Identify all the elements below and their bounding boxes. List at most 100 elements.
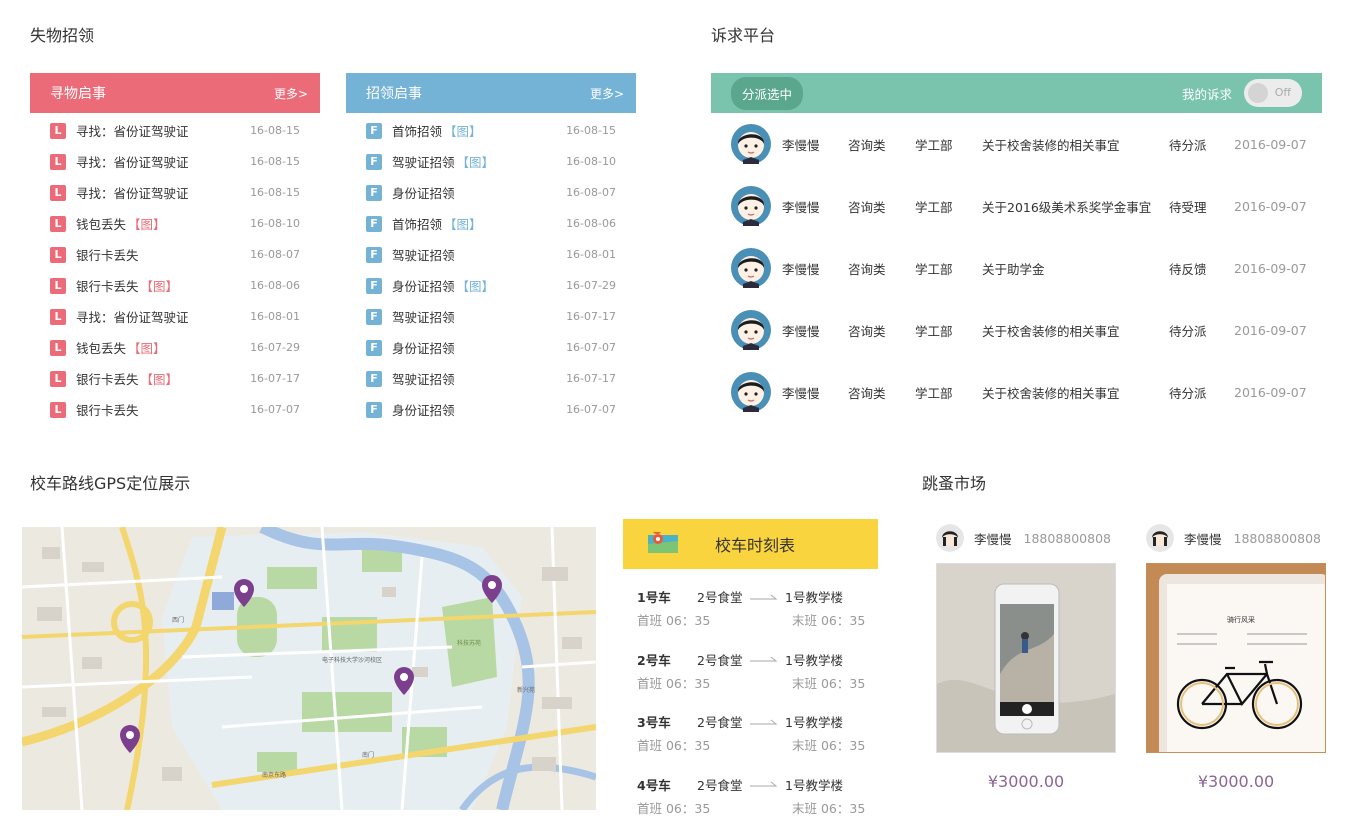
appeals-header: 分派选中 我的诉求 Off <box>711 73 1322 113</box>
list-item[interactable]: L 钱包丢失 【图】 16-07-29 <box>30 332 320 363</box>
map-label-road: 南京东路 <box>262 771 286 779</box>
timetable-header: 校车时刻表 <box>623 519 878 569</box>
appeal-row[interactable]: 李慢慢 咨询类 学工部 关于校舍装修的相关事宜 待分派 2016-09-07 <box>711 113 1322 175</box>
notice-text: 身份证招领 <box>392 279 455 294</box>
map-label-xinxingyuan: 新兴苑 <box>517 686 535 694</box>
notice-type-badge: L <box>50 277 66 294</box>
my-appeals-toggle[interactable]: Off <box>1244 79 1302 107</box>
appeal-date: 2016-09-07 <box>1234 384 1307 400</box>
list-item[interactable]: F 驾驶证招领 16-07-17 <box>346 301 636 332</box>
appeal-dept: 学工部 <box>915 261 953 277</box>
list-item[interactable]: L 银行卡丢失 16-08-07 <box>30 239 320 270</box>
product-photo-iphone[interactable] <box>936 563 1116 753</box>
appeal-status: 待分派 <box>1169 385 1207 401</box>
first-bus-time: 首班 06：35 <box>637 613 711 628</box>
bus-gps-map[interactable]: 电子科技大学沙河校区 科技苏苑 新兴苑 西门 南门 南京东路 <box>22 527 596 810</box>
notice-type-badge: L <box>50 246 66 263</box>
appeal-type: 咨询类 <box>848 199 886 215</box>
arrow-right-icon <box>750 781 778 787</box>
arrow-right-icon <box>750 719 778 724</box>
notice-title: 驾驶证招领 <box>392 307 566 326</box>
list-item[interactable]: F 身份证招领 【图】 16-07-29 <box>346 270 636 301</box>
list-item[interactable]: F 驾驶证招领 【图】 16-08-10 <box>346 146 636 177</box>
first-bus-time: 首班 06：35 <box>637 738 711 753</box>
user-avatar <box>731 124 771 164</box>
picture-tag: 【图】 <box>456 279 495 294</box>
notice-date: 16-08-06 <box>250 279 300 292</box>
assign-filter-button[interactable]: 分派选中 <box>731 76 804 110</box>
notice-title: 首饰招领 【图】 <box>392 121 566 140</box>
picture-tag: 【图】 <box>140 279 179 294</box>
first-bus-time: 首班 06：35 <box>637 675 711 691</box>
timetable-row: 1号车 2号食堂 1号教学楼 首班 06：35 末班 06：35 <box>623 569 878 632</box>
appeal-title: 关于校舍装修的相关事宜 <box>982 323 1120 339</box>
list-item[interactable]: F 身份证招领 16-07-07 <box>346 332 636 363</box>
notice-text: 驾驶证招领 <box>392 310 455 325</box>
appeal-date: 2016-09-07 <box>1234 260 1307 276</box>
notice-date: 16-07-07 <box>566 341 616 354</box>
lost-panel: 寻物启事 更多> L 寻找：省份证驾驶证 16-08-15 L 寻找：省份证驾驶证 16-… <box>30 73 320 425</box>
picture-tag: 【图】 <box>140 372 179 387</box>
list-item[interactable]: F 驾驶证招领 16-08-01 <box>346 239 636 270</box>
seller-info: 李慢慢 18808800808 <box>936 524 1116 552</box>
lost-panel-title: 寻物启事 <box>50 86 106 102</box>
list-item[interactable]: F 首饰招领 【图】 16-08-06 <box>346 208 636 239</box>
notice-type-badge: L <box>50 401 66 418</box>
flea-item-1[interactable]: 李慢慢 18808800808 ¥3000.00 <box>936 524 1116 791</box>
appeal-title: 关于校舍装修的相关事宜 <box>982 137 1120 153</box>
list-item[interactable]: L 银行卡丢失 16-07-07 <box>30 394 320 425</box>
list-item[interactable]: F 驾驶证招领 16-07-17 <box>346 363 636 394</box>
appeals-title: 诉求平台 <box>711 26 776 45</box>
picture-tag: 【图】 <box>128 217 166 232</box>
list-item[interactable]: L 寻找：省份证驾驶证 16-08-15 <box>30 146 320 177</box>
notice-title: 寻找：省份证驾驶证 <box>76 183 250 202</box>
list-item[interactable]: L 钱包丢失 【图】 16-08-10 <box>30 208 320 239</box>
bus-number: 2号车 <box>637 652 671 668</box>
list-item[interactable]: L 寻找：省份证驾驶证 16-08-15 <box>30 177 320 208</box>
arrow-right-icon <box>750 656 778 662</box>
notice-date: 16-07-07 <box>250 403 300 416</box>
last-bus-time: 末班 06：35 <box>792 738 866 753</box>
lost-panel-header: 寻物启事 更多> <box>30 73 320 113</box>
picture-tag: 【图】 <box>444 217 482 232</box>
toggle-state: Off <box>1274 86 1291 99</box>
notice-date: 16-08-01 <box>250 310 300 323</box>
bus-origin: 2号食堂 <box>697 590 743 605</box>
list-item[interactable]: F 身份证招领 16-07-07 <box>346 394 636 425</box>
appeals-panel: 分派选中 我的诉求 Off 李慢慢 咨询类 学工部 关于校舍装修的相关事宜 待分派 201… <box>711 73 1322 423</box>
bus-timetable: 校车时刻表 1号车 2号食堂 1号教学楼 首班 06：35 末班 06：35 2号车 2号食… <box>623 519 878 819</box>
appeal-dept: 学工部 <box>915 385 953 401</box>
found-panel-header: 招领启事 更多> <box>346 73 636 113</box>
notice-title: 首饰招领 【图】 <box>392 214 566 233</box>
list-item[interactable]: F 身份证招领 16-08-07 <box>346 177 636 208</box>
seller-avatar <box>936 524 964 552</box>
list-item[interactable]: L 寻找：省份证驾驶证 16-08-01 <box>30 301 320 332</box>
product-photo-ipad[interactable]: 骑行风采 <box>1146 563 1326 753</box>
appeal-user: 李慢慢 <box>782 323 820 339</box>
notice-text: 银行卡丢失 <box>76 279 139 294</box>
appeal-row[interactable]: 李慢慢 咨询类 学工部 关于助学金 待反馈 2016-09-07 <box>711 237 1322 299</box>
lost-list: L 寻找：省份证驾驶证 16-08-15 L 寻找：省份证驾驶证 16-08-15 L 寻找：… <box>30 115 320 425</box>
map-label-south-gate: 南门 <box>362 751 374 759</box>
list-item[interactable]: F 首饰招领 【图】 16-08-15 <box>346 115 636 146</box>
appeal-row[interactable]: 李慢慢 咨询类 学工部 关于校舍装修的相关事宜 待分派 2016-09-07 <box>711 299 1322 361</box>
user-avatar <box>731 248 771 288</box>
notice-date: 16-07-17 <box>566 372 616 385</box>
product-price: ¥3000.00 <box>987 772 1065 791</box>
found-more-link[interactable]: 更多> <box>590 85 624 102</box>
appeal-row[interactable]: 李慢慢 咨询类 学工部 关于2016级美术系奖学金事宜 待受理 2016-09-07 <box>711 175 1322 237</box>
appeal-row[interactable]: 李慢慢 咨询类 学工部 关于校舍装修的相关事宜 待分派 2016-09-07 <box>711 361 1322 423</box>
notice-text: 寻找：省份证驾驶证 <box>76 124 189 139</box>
list-item[interactable]: L 银行卡丢失 【图】 16-07-17 <box>30 363 320 394</box>
lost-more-link[interactable]: 更多> <box>274 85 308 102</box>
list-item[interactable]: L 银行卡丢失 【图】 16-08-06 <box>30 270 320 301</box>
notice-text: 身份证招领 <box>392 341 455 356</box>
notice-text: 身份证招领 <box>392 186 455 201</box>
notice-type-badge: L <box>50 215 66 232</box>
list-item[interactable]: L 寻找：省份证驾驶证 16-08-15 <box>30 115 320 146</box>
notice-text: 首饰招领 <box>392 217 443 232</box>
notice-type-badge: L <box>50 122 66 139</box>
notice-title: 身份证招领 <box>392 400 566 419</box>
flea-item-2[interactable]: 李慢慢 18808800808 骑行风采 ¥3000.00 <box>1146 524 1326 791</box>
notice-text: 银行卡丢失 <box>76 248 139 263</box>
